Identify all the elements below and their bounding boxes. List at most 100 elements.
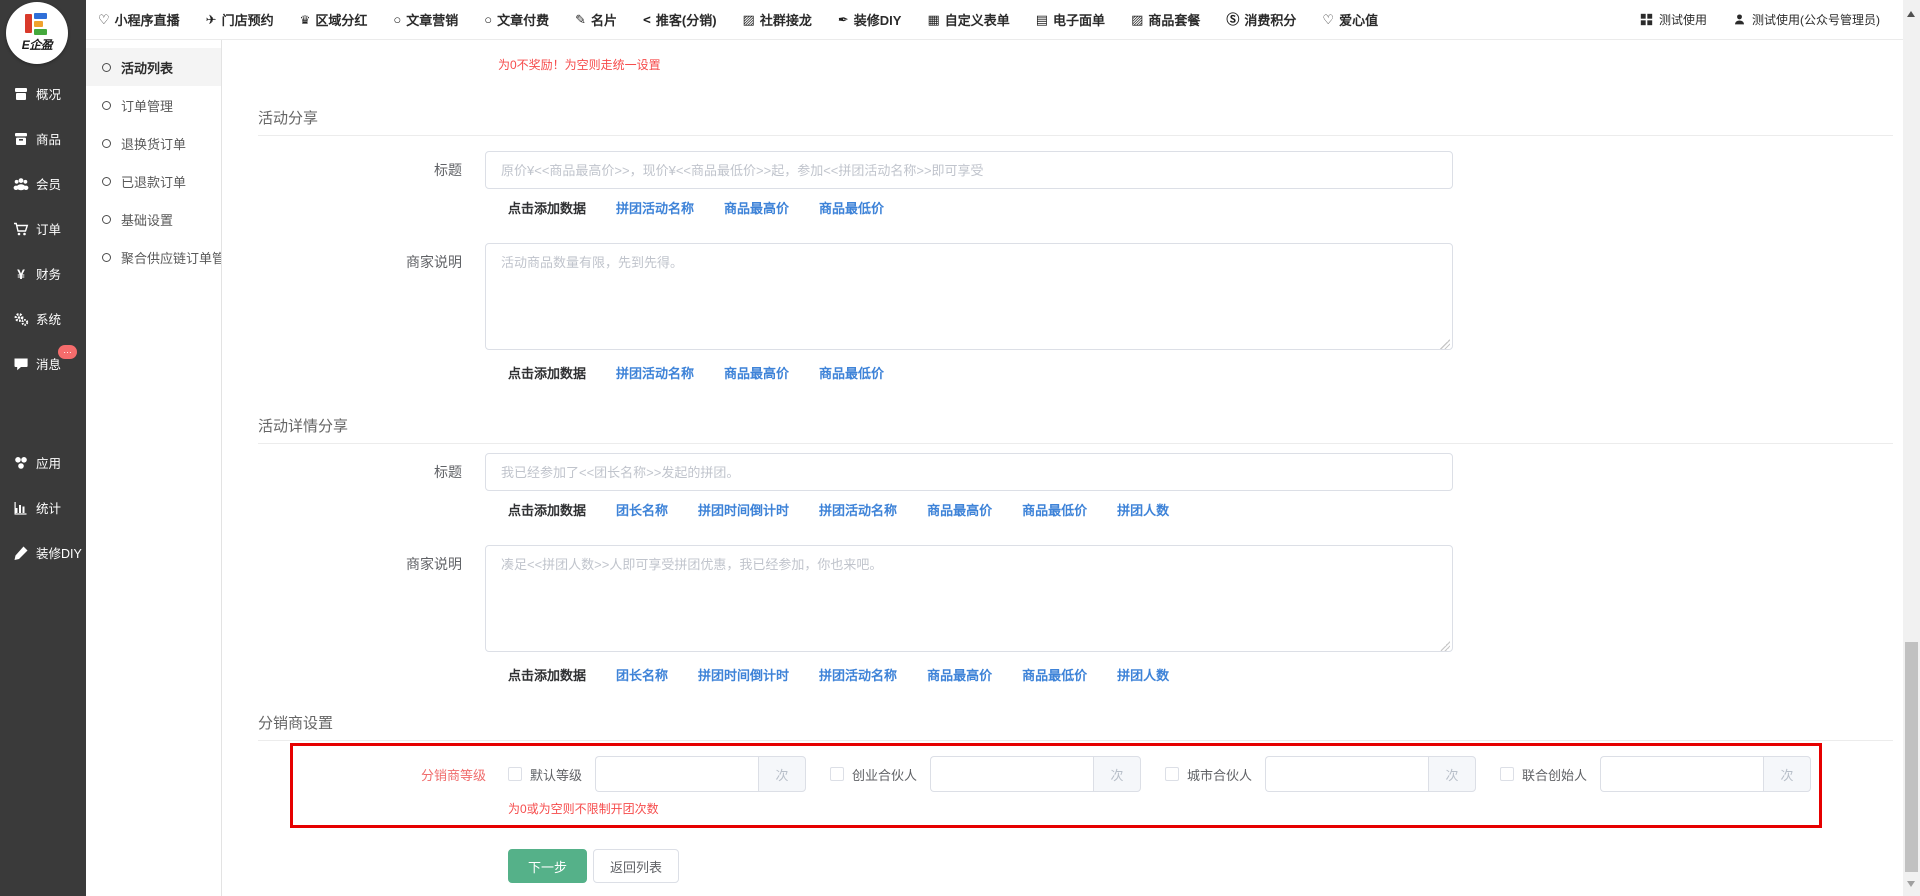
nav-item[interactable]: 装修DIY [838, 10, 902, 29]
nav-item[interactable]: 消费积分 [1226, 10, 1296, 29]
open-count-input[interactable] [1600, 756, 1763, 792]
level-checkbox[interactable] [830, 767, 844, 781]
nav-item[interactable]: 自定义表单 [927, 10, 1009, 29]
add-data-link[interactable]: 拼团活动名称 [819, 500, 897, 519]
level-checkbox-label: 默认等级 [530, 765, 582, 784]
submenu-item[interactable]: 基础设置 [86, 200, 221, 238]
level-checkbox[interactable] [1165, 767, 1179, 781]
next-step-button[interactable]: 下一步 [508, 849, 587, 883]
nav-item-label: 推客(分销) [656, 10, 717, 29]
add-data-link[interactable]: 商品最高价 [927, 500, 992, 519]
open-count-input[interactable] [1265, 756, 1428, 792]
nav-item[interactable]: 商品套餐 [1131, 10, 1200, 29]
nav-item[interactable]: 推客(分销) [643, 10, 717, 29]
open-count-input[interactable] [930, 756, 1093, 792]
submenu-item[interactable]: 订单管理 [86, 86, 221, 124]
submenu-item-label: 订单管理 [121, 96, 173, 115]
add-data-label: 点击添加数据 [508, 363, 586, 382]
nav-item[interactable]: 爱心值 [1322, 10, 1378, 29]
back-to-list-button[interactable]: 返回列表 [593, 849, 679, 883]
detail-title-input[interactable] [485, 453, 1453, 491]
scrollbar-thumb[interactable] [1905, 642, 1918, 872]
share-title-input[interactable] [485, 151, 1453, 189]
add-data-link[interactable]: 商品最低价 [1022, 500, 1087, 519]
open-count-input[interactable] [595, 756, 758, 792]
distributor-highlight-box: 分销商等级 默认等级 次 创业合伙人 次 [290, 743, 1822, 828]
submenu-item[interactable]: 聚合供应链订单管 [86, 238, 221, 276]
nav-item[interactable]: 文章营销 [393, 10, 458, 29]
sidebar-item-apps[interactable]: 应用 [0, 440, 86, 485]
nav-item[interactable]: 名片 [575, 10, 617, 29]
level-checkbox[interactable] [508, 767, 522, 781]
heart-icon [1322, 13, 1334, 26]
sidebar-item-members[interactable]: 会员 [0, 161, 86, 206]
add-data-link[interactable]: 商品最高价 [927, 665, 992, 684]
times-unit-addon: 次 [1428, 756, 1476, 792]
add-data-link[interactable]: 团长名称 [616, 500, 668, 519]
orders-cart-icon [13, 221, 29, 237]
circle-icon [484, 13, 492, 26]
radio-circle-icon [102, 215, 111, 224]
nav-item-label: 区域分红 [315, 10, 367, 29]
section-title-activity-detail-share: 活动详情分享 [258, 415, 1893, 444]
level-checkbox-label: 联合创始人 [1522, 765, 1587, 784]
document-icon [1036, 13, 1048, 26]
add-data-link[interactable]: 拼团人数 [1117, 665, 1169, 684]
radio-circle-icon [102, 63, 111, 72]
add-data-link[interactable]: 拼团时间倒计时 [698, 500, 789, 519]
sidebar-item-system[interactable]: 系统 [0, 296, 86, 341]
detail-desc-textarea[interactable] [485, 545, 1453, 652]
add-data-label: 点击添加数据 [508, 500, 586, 519]
nav-item[interactable]: 区域分红 [300, 10, 368, 29]
nav-item-label: 爱心值 [1339, 10, 1378, 29]
account-menu[interactable]: 测试使用(公众号管理员) [1733, 11, 1880, 28]
submenu-item[interactable]: 退换货订单 [86, 124, 221, 162]
submenu-item-label: 退换货订单 [121, 134, 186, 153]
add-data-link[interactable]: 商品最低价 [819, 198, 884, 217]
add-data-link[interactable]: 商品最低价 [819, 363, 884, 382]
add-data-link[interactable]: 拼团活动名称 [819, 665, 897, 684]
field-label-title: 标题 [222, 453, 485, 491]
workspace-switcher[interactable]: 测试使用 [1640, 11, 1707, 28]
add-data-link[interactable]: 拼团时间倒计时 [698, 665, 789, 684]
scroll-down-arrow-icon[interactable] [1907, 881, 1915, 887]
goods-box-icon [13, 131, 29, 147]
nav-item[interactable]: 电子面单 [1036, 10, 1105, 29]
share-desc-textarea[interactable] [485, 243, 1453, 350]
sidebar-item-orders[interactable]: 订单 [0, 206, 86, 251]
nav-item-label: 社群接龙 [760, 10, 812, 29]
add-data-link[interactable]: 拼团活动名称 [616, 363, 694, 382]
add-data-link[interactable]: 拼团人数 [1117, 500, 1169, 519]
nav-item-label: 消费积分 [1244, 10, 1296, 29]
nav-item[interactable]: 社群接龙 [743, 10, 812, 29]
sidebar-item-goods[interactable]: 商品 [0, 116, 86, 161]
logo-text: E企盈 [22, 36, 53, 53]
level-checkbox[interactable] [1500, 767, 1514, 781]
sidebar-item-stats[interactable]: 统计 [0, 485, 86, 530]
nav-item[interactable]: 小程序直播 [98, 10, 180, 29]
add-data-label: 点击添加数据 [508, 198, 586, 217]
submenu-item[interactable]: 已退款订单 [86, 162, 221, 200]
pen-icon [575, 13, 586, 26]
nav-item[interactable]: 门店预约 [206, 10, 274, 29]
points-icon [1226, 13, 1239, 26]
add-data-link[interactable]: 商品最高价 [724, 198, 789, 217]
sidebar-item-diy[interactable]: 装修DIY [0, 530, 86, 575]
add-data-link[interactable]: 拼团活动名称 [616, 198, 694, 217]
add-data-link[interactable]: 团长名称 [616, 665, 668, 684]
distributor-level-groups: 默认等级 次 创业合伙人 次 城市合伙人 [508, 756, 1811, 792]
nav-item[interactable]: 文章付费 [484, 10, 549, 29]
sidebar-item-overview[interactable]: 概况 [0, 71, 86, 116]
app-logo[interactable]: E企盈 [6, 2, 68, 64]
overview-box-icon [13, 86, 29, 102]
circle-icon [393, 13, 401, 26]
sidebar-item-finance[interactable]: ¥ 财务 [0, 251, 86, 296]
radio-circle-icon [102, 253, 111, 262]
submenu-item[interactable]: 活动列表 [86, 48, 221, 86]
add-data-link[interactable]: 商品最高价 [724, 363, 789, 382]
vertical-scrollbar[interactable] [1903, 0, 1920, 896]
add-data-link[interactable]: 商品最低价 [1022, 665, 1087, 684]
section-title-activity-share: 活动分享 [258, 107, 1893, 136]
scroll-up-arrow-icon[interactable] [1907, 11, 1915, 17]
sidebar-item-messages[interactable]: 消息 … [0, 341, 86, 386]
